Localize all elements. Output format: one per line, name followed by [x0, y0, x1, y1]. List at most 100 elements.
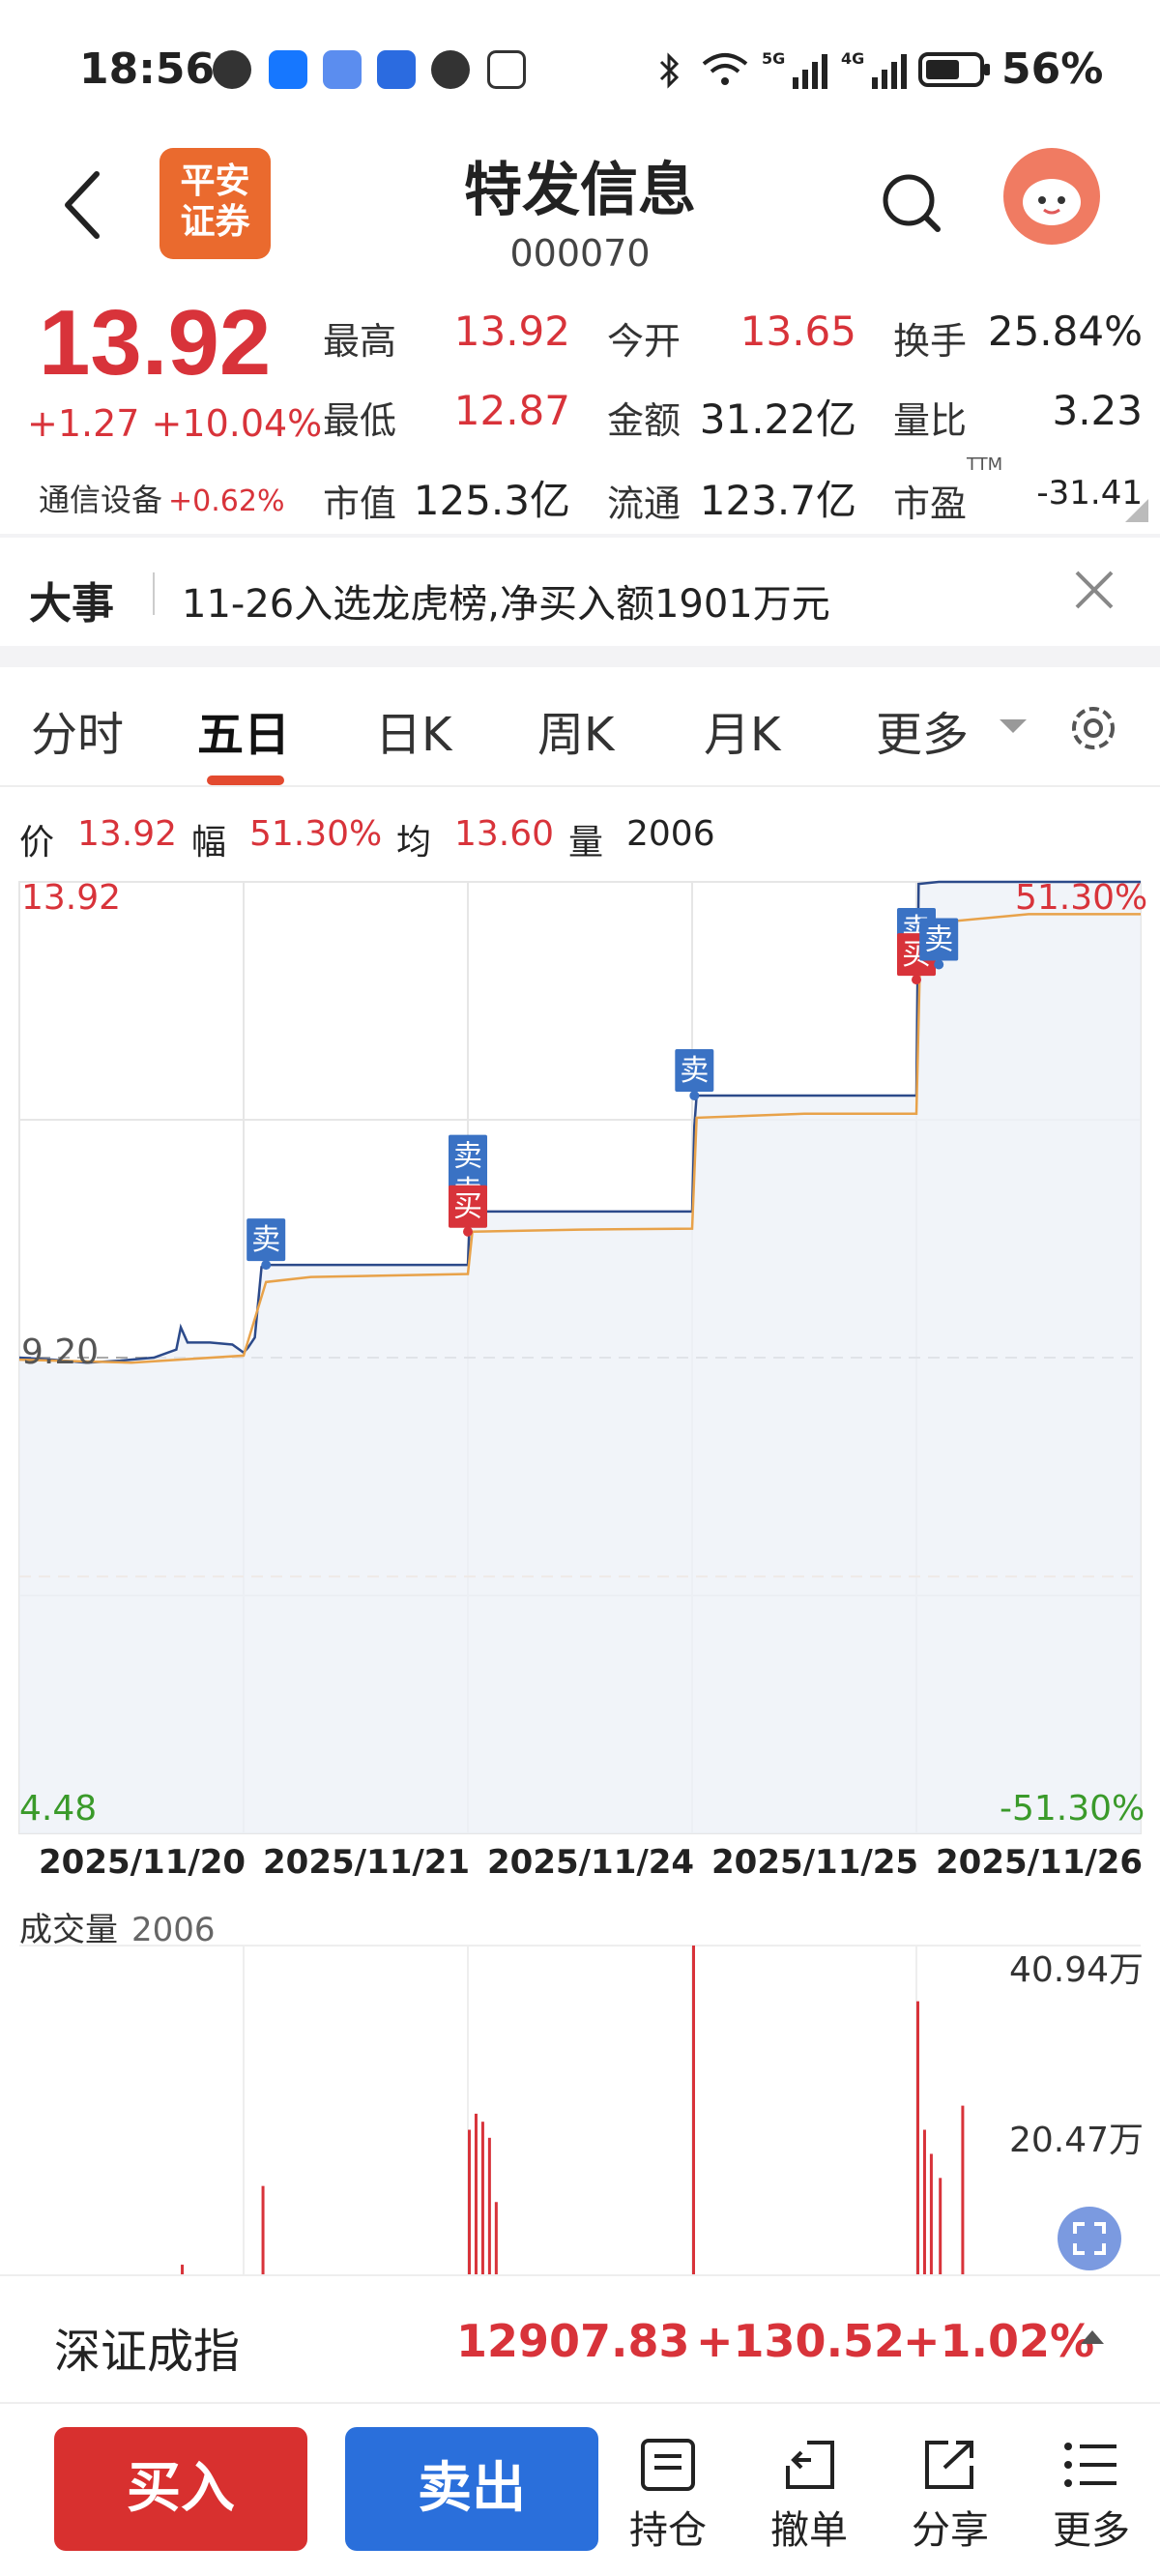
sell-button[interactable]: 卖出	[345, 2427, 598, 2551]
price-change: +1.27 +10.04%	[27, 402, 322, 445]
active-tab-indicator	[207, 776, 284, 785]
wifi-icon	[702, 53, 748, 85]
info-avg: 13.60	[454, 814, 555, 854]
amount-label: 金额	[607, 399, 682, 442]
share-button[interactable]: 分享	[897, 2437, 1003, 2555]
news-tag: 大事	[29, 579, 114, 629]
undo-icon	[786, 2441, 834, 2489]
amount-value: 31.22亿	[699, 395, 856, 443]
status-bar: 18:56 5G 4G 56%	[0, 0, 1160, 140]
market-cap-label: 市值	[323, 483, 397, 525]
share-label: 分享	[912, 2508, 989, 2553]
low-value: 12.87	[453, 387, 570, 434]
volume-bar	[468, 2129, 471, 2274]
marker-label: 卖	[251, 1223, 280, 1257]
index-percent: +1.02%	[903, 2315, 1095, 2367]
date-label: 2025/11/26	[936, 1843, 1144, 1882]
current-price: 13.92	[39, 291, 272, 395]
positions-button[interactable]: 持仓	[615, 2437, 721, 2555]
fullscreen-button[interactable]	[1058, 2207, 1121, 2270]
volume-bar	[474, 2113, 478, 2274]
stock-code: 000070	[509, 232, 651, 275]
high-value: 13.92	[453, 307, 570, 355]
gesture-icon	[487, 50, 526, 89]
bluetooth-icon	[659, 52, 680, 89]
index-change: +130.52	[696, 2315, 906, 2367]
menu-icon	[1064, 2443, 1116, 2487]
expand-icon	[1073, 2222, 1106, 2255]
cancel-order-button[interactable]: 撤单	[756, 2437, 862, 2555]
sector-percent: +0.62%	[168, 484, 285, 518]
tab-weekly-k[interactable]: 周K	[537, 696, 614, 764]
assistant-avatar[interactable]	[1003, 148, 1100, 245]
battery-icon	[918, 52, 990, 87]
chevron-down-icon	[1000, 719, 1027, 733]
tab-more[interactable]: 更多	[876, 696, 969, 764]
close-icon[interactable]	[1071, 567, 1117, 613]
volume-title: 成交量 2006	[19, 1903, 216, 1950]
turnover-label: 换手	[893, 320, 968, 363]
info-range-label: 幅	[191, 823, 227, 863]
date-label: 2025/11/24	[487, 1843, 695, 1882]
news-divider	[153, 572, 155, 615]
marker-label: 卖	[924, 922, 953, 956]
volume-ratio-label: 量比	[893, 399, 968, 442]
float-cap-value: 123.7亿	[699, 477, 856, 524]
volume-bar	[961, 2105, 965, 2274]
date-label: 2025/11/25	[711, 1843, 919, 1882]
volume-bar	[181, 2265, 185, 2274]
volume-tick-mid: 20.47万	[1009, 2121, 1145, 2160]
volume-bar	[929, 2153, 933, 2274]
info-range: 51.30%	[249, 814, 383, 854]
index-name: 深证成指	[54, 2325, 241, 2379]
volume-bar	[939, 2178, 942, 2274]
ttm-label: TTM	[967, 454, 1003, 475]
info-avg-label: 均	[396, 823, 432, 863]
tab-intraday[interactable]: 分时	[31, 696, 124, 764]
float-cap-label: 流通	[607, 483, 682, 525]
volume-bar	[494, 2202, 498, 2274]
tab-monthly-k[interactable]: 月K	[704, 696, 780, 764]
app-notify-icon	[377, 50, 416, 89]
battery-percentage: 56%	[1001, 44, 1104, 94]
volume-bar	[916, 2001, 919, 2274]
search-icon[interactable]	[878, 169, 945, 237]
cancel-order-label: 撤单	[770, 2508, 848, 2553]
volume-bar	[480, 2122, 484, 2274]
assistant-face-icon	[1005, 150, 1098, 243]
tab-daily-k[interactable]: 日K	[375, 696, 451, 764]
message-icon	[323, 50, 362, 89]
pct-axis-top: 51.30%	[1015, 878, 1148, 918]
svg-text:4G: 4G	[841, 49, 864, 68]
turnover-value: 25.84%	[987, 307, 1143, 355]
y-axis-top: 13.92	[21, 878, 122, 918]
date-label: 2025/11/21	[263, 1843, 471, 1882]
gear-icon[interactable]	[1065, 700, 1121, 756]
pe-value: -31.41	[1036, 474, 1143, 512]
change-amount: +1.27	[27, 402, 140, 445]
signal-5g-icon: 5G	[762, 49, 827, 89]
alipay-icon	[269, 50, 307, 89]
sector-name: 通信设备	[39, 482, 163, 518]
date-label: 2025/11/20	[39, 1843, 246, 1882]
chevron-up-icon[interactable]	[1081, 2330, 1104, 2344]
info-price-label: 价	[19, 823, 55, 863]
sector-info[interactable]: 通信设备 +0.62%	[39, 476, 284, 520]
five-day-chart[interactable]: 卖卖卖买卖卖买卖	[0, 870, 1160, 2274]
stock-name: 特发信息	[464, 157, 696, 224]
volume-ratio-value: 3.23	[1052, 387, 1143, 434]
low-label: 最低	[323, 399, 397, 442]
volume-title-label: 成交量	[19, 1911, 118, 1949]
volume-bar	[692, 1946, 695, 2274]
tab-five-day[interactable]: 五日	[197, 696, 290, 764]
open-label: 今开	[607, 320, 682, 363]
buy-button[interactable]: 买入	[54, 2427, 307, 2551]
share-icon	[925, 2441, 973, 2489]
expand-corner-icon[interactable]	[1125, 499, 1148, 522]
signal-4g-icon: 4G	[841, 49, 907, 89]
more-label: 更多	[1053, 2508, 1130, 2553]
marker-label: 卖	[680, 1054, 709, 1088]
volume-bar	[922, 2129, 926, 2274]
pe-label: 市盈	[893, 483, 968, 525]
more-button[interactable]: 更多	[1038, 2437, 1145, 2555]
